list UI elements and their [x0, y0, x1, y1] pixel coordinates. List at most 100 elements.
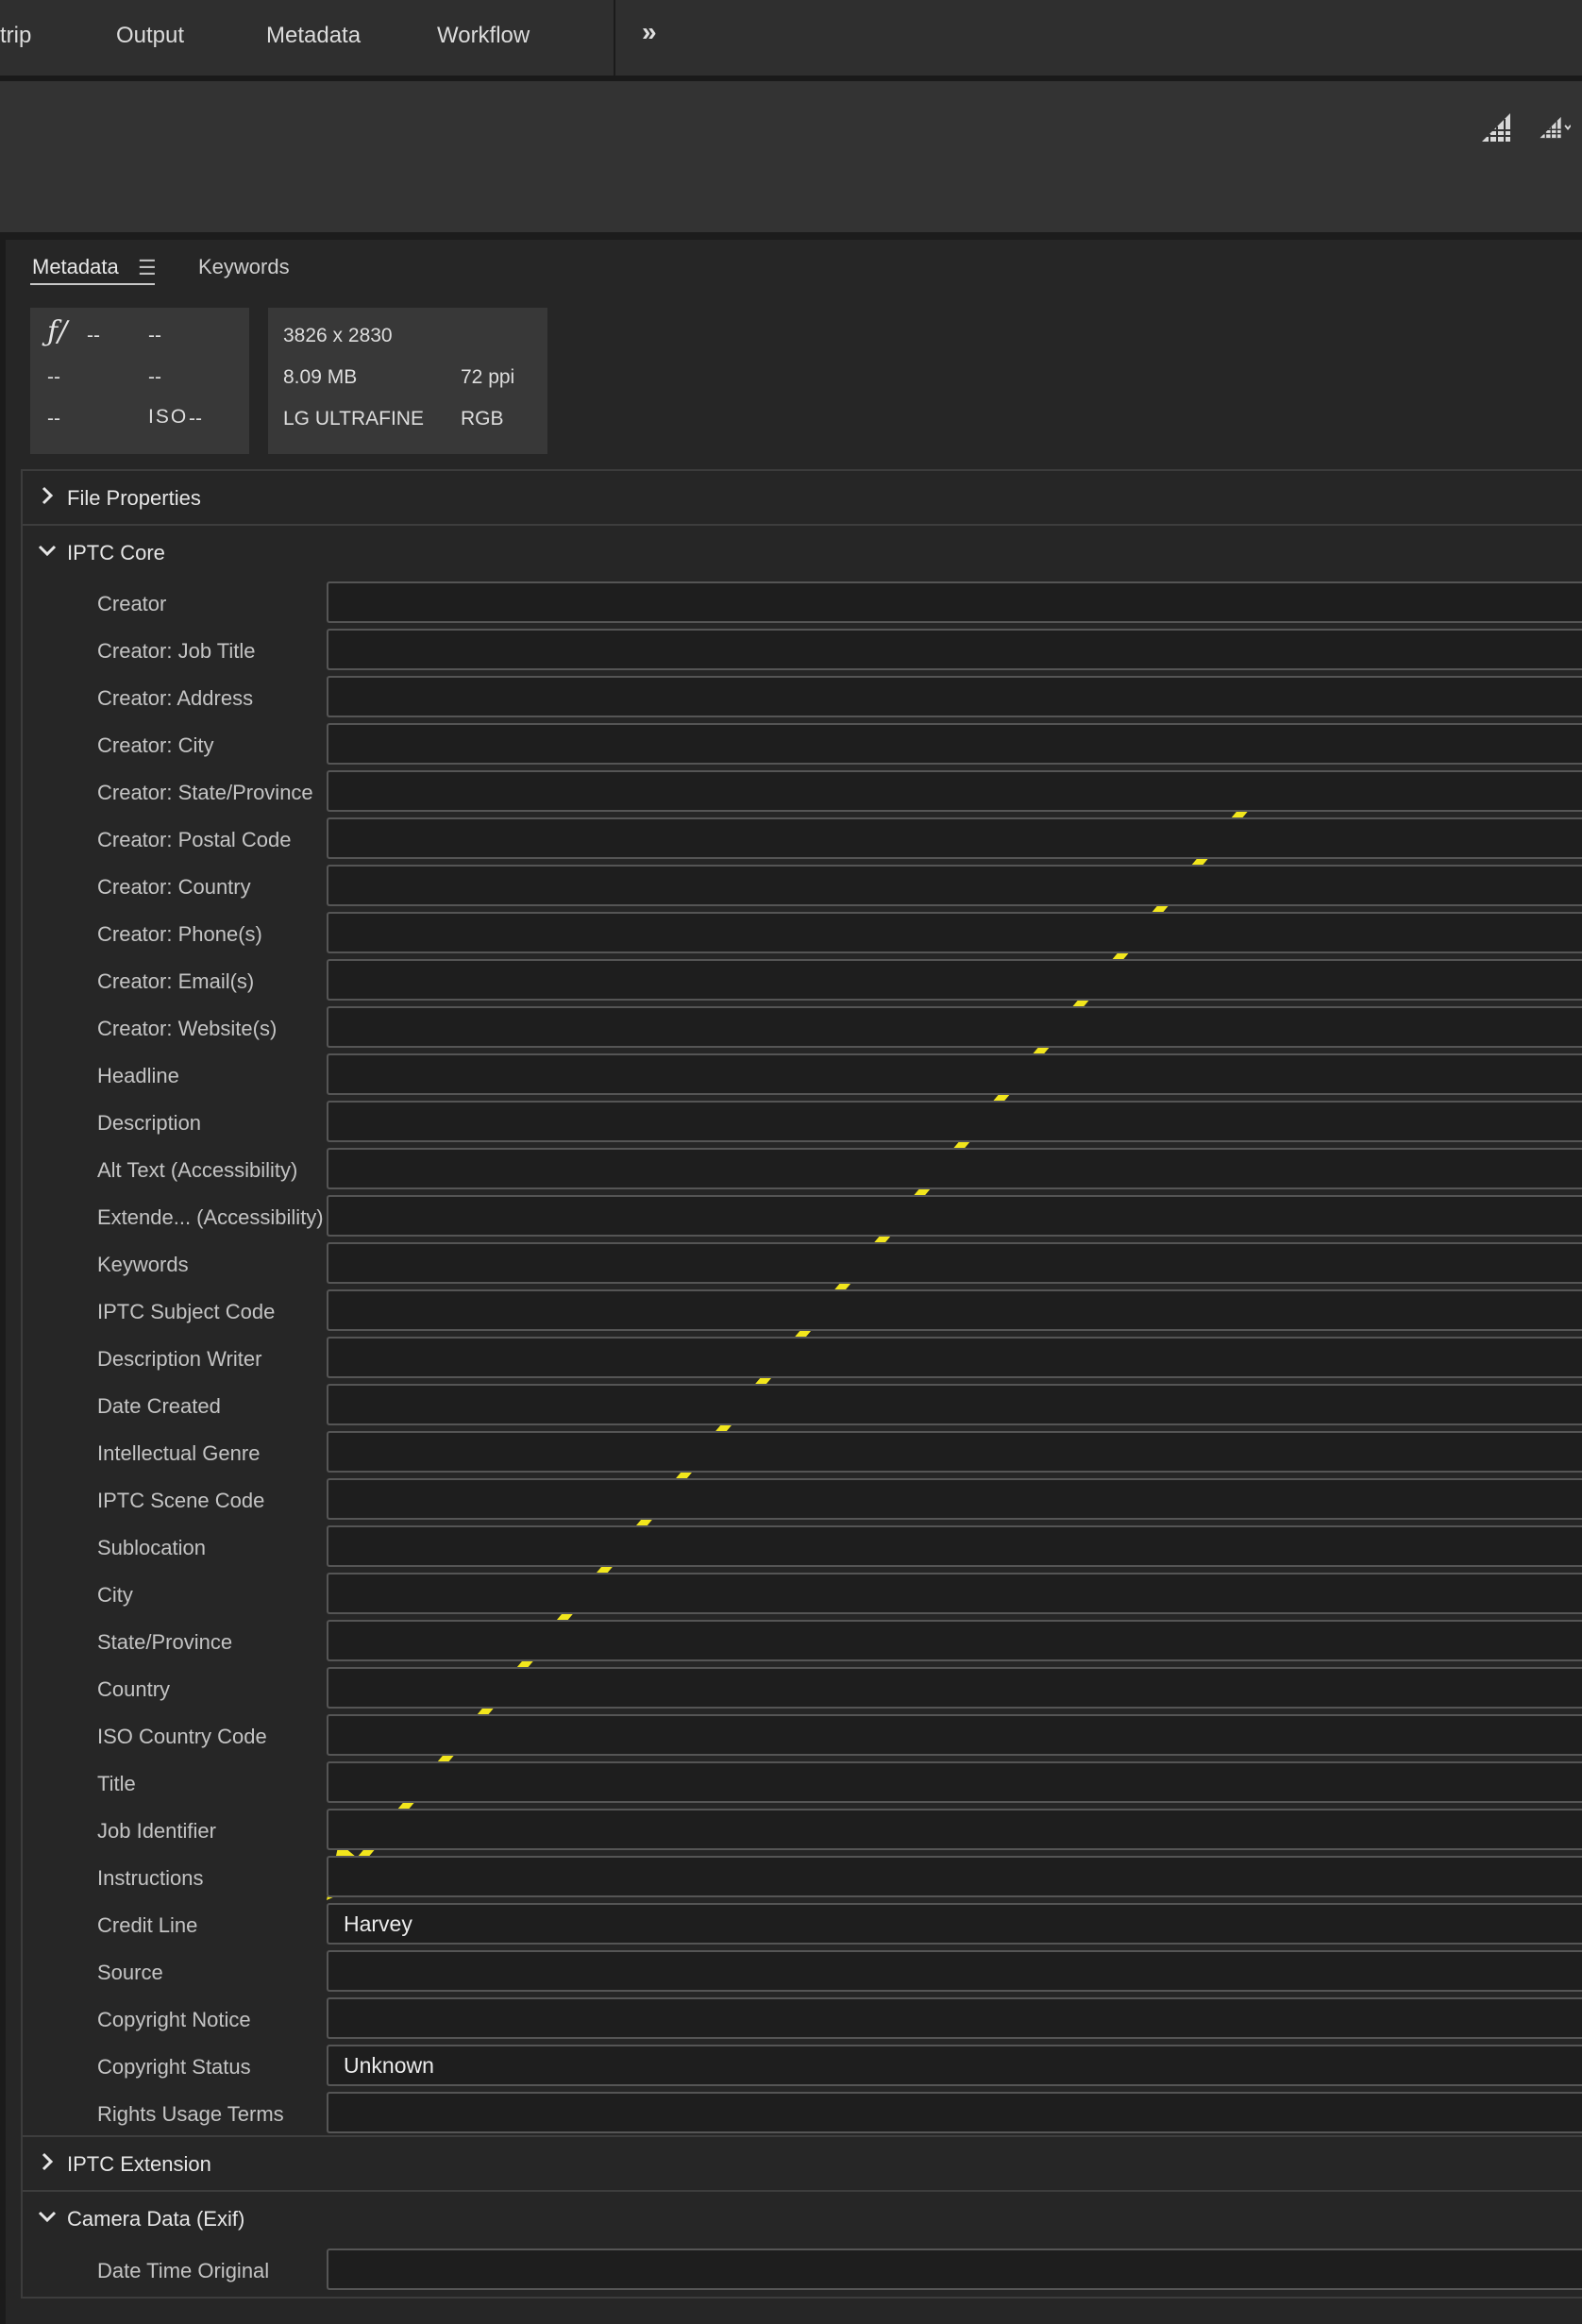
- field-row-country: Country: [23, 1665, 1582, 1712]
- field-row-date-time-original: Date Time Original: [23, 2247, 1582, 2294]
- panel-menu-icon[interactable]: ☰: [138, 256, 157, 280]
- file-size: 8.09 MB: [283, 366, 358, 388]
- section-camera-data[interactable]: Camera Data (Exif): [23, 2190, 1582, 2243]
- creator-phone-s-field[interactable]: [327, 912, 1582, 953]
- alt-text-accessibility-field[interactable]: [327, 1148, 1582, 1189]
- intellectual-genre-field[interactable]: [327, 1431, 1582, 1473]
- rights-usage-terms-field[interactable]: [327, 2092, 1582, 2133]
- field-label: Copyright Status: [97, 2055, 251, 2079]
- field-row-extende-accessibility: Extende... (Accessibility): [23, 1193, 1582, 1240]
- city-field[interactable]: [327, 1573, 1582, 1614]
- field-row-intellectual-genre: Intellectual Genre: [23, 1429, 1582, 1476]
- field-label: City: [97, 1583, 133, 1607]
- metering-value: --: [47, 408, 60, 429]
- tab-metadata[interactable]: Metadata: [32, 255, 119, 279]
- creator-state-province-field[interactable]: [327, 770, 1582, 812]
- field-label: Country: [97, 1677, 171, 1701]
- active-tab-indicator: [30, 283, 155, 285]
- instructions-field[interactable]: [327, 1856, 1582, 1897]
- iptc-subject-code-field[interactable]: [327, 1289, 1582, 1331]
- description-writer-field[interactable]: [327, 1337, 1582, 1378]
- creator-postal-code-field[interactable]: [327, 817, 1582, 859]
- more-workspaces-icon[interactable]: »: [642, 17, 657, 47]
- shutter-value: --: [148, 325, 161, 346]
- creator-job-title-field[interactable]: [327, 629, 1582, 670]
- aperture-value: --: [87, 325, 100, 346]
- field-row-credit-line: Credit Line Harvey: [23, 1901, 1582, 1948]
- field-row-job-identifier: Job Identifier: [23, 1807, 1582, 1854]
- state-province-field[interactable]: [327, 1620, 1582, 1661]
- field-row-headline: Headline: [23, 1052, 1582, 1099]
- iso-value: --: [189, 408, 202, 429]
- workspace-tab-workflow[interactable]: Workflow: [437, 23, 530, 49]
- field-label: Date Time Original: [97, 2259, 270, 2282]
- field-label: IPTC Subject Code: [97, 1300, 276, 1323]
- section-iptc-core[interactable]: IPTC Core: [23, 524, 1582, 577]
- field-label: Sublocation: [97, 1536, 206, 1559]
- creator-city-field[interactable]: [327, 723, 1582, 765]
- creator-field[interactable]: [327, 581, 1582, 623]
- field-row-creator-city: Creator: City: [23, 721, 1582, 768]
- source-field[interactable]: [327, 1950, 1582, 1992]
- section-title: File Properties: [67, 486, 201, 510]
- creator-country-field[interactable]: [327, 865, 1582, 906]
- field-row-creator-website-s: Creator: Website(s): [23, 1004, 1582, 1052]
- divider: [23, 2297, 1582, 2299]
- chevron-right-icon: [42, 2152, 54, 2171]
- field-label: Title: [97, 1772, 136, 1795]
- credit-line-field[interactable]: Harvey: [327, 1903, 1582, 1945]
- date-time-original-field[interactable]: [327, 2248, 1582, 2290]
- field-label: Alt Text (Accessibility): [97, 1158, 298, 1182]
- field-row-creator-country: Creator: Country: [23, 863, 1582, 910]
- resolution: 72 ppi: [461, 366, 515, 388]
- tab-keywords[interactable]: Keywords: [198, 255, 290, 279]
- extende-accessibility-field[interactable]: [327, 1195, 1582, 1237]
- field-row-creator-address: Creator: Address: [23, 674, 1582, 721]
- aperture-icon: ƒ/: [47, 315, 68, 348]
- field-label: Creator: Email(s): [97, 969, 255, 993]
- section-title: IPTC Core: [67, 541, 165, 564]
- iso-country-code-field[interactable]: [327, 1714, 1582, 1756]
- field-label: Creator: Country: [97, 875, 251, 899]
- field-row-creator-job-title: Creator: Job Title: [23, 627, 1582, 674]
- focal-length-value: --: [148, 366, 161, 388]
- copyright-notice-field[interactable]: [327, 1997, 1582, 2039]
- headline-field[interactable]: [327, 1053, 1582, 1095]
- workspace-divider: [614, 0, 615, 77]
- section-iptc-extension[interactable]: IPTC Extension: [23, 2135, 1582, 2188]
- field-label: Creator: [97, 592, 167, 615]
- copyright-status-field[interactable]: Unknown: [327, 2045, 1582, 2086]
- workspace-bar: trip Output Metadata Workflow »: [0, 0, 1582, 77]
- job-identifier-field[interactable]: [327, 1809, 1582, 1850]
- sublocation-field[interactable]: [327, 1525, 1582, 1567]
- field-label: IPTC Scene Code: [97, 1489, 265, 1512]
- field-label: Description Writer: [97, 1347, 262, 1371]
- thumbnail-quality-icon[interactable]: [1480, 111, 1512, 143]
- chevron-down-icon: [38, 2211, 57, 2223]
- field-label: Creator: Job Title: [97, 639, 256, 663]
- keywords-field[interactable]: [327, 1242, 1582, 1284]
- field-label: Creator: State/Province: [97, 781, 313, 804]
- country-field[interactable]: [327, 1667, 1582, 1709]
- field-row-iptc-scene-code: IPTC Scene Code: [23, 1476, 1582, 1524]
- date-created-field[interactable]: [327, 1384, 1582, 1425]
- creator-address-field[interactable]: [327, 676, 1582, 717]
- workspace-tab-filmstrip[interactable]: trip: [0, 23, 31, 49]
- field-label: Keywords: [97, 1253, 189, 1276]
- preview-quality-icon[interactable]: [1539, 111, 1571, 143]
- field-row-sublocation: Sublocation: [23, 1524, 1582, 1571]
- field-row-copyright-notice: Copyright Notice: [23, 1996, 1582, 2043]
- workspace-tab-metadata[interactable]: Metadata: [266, 23, 361, 49]
- workspace-tab-output[interactable]: Output: [116, 23, 184, 49]
- color-profile: LG ULTRAFINE: [283, 408, 424, 429]
- field-row-creator-email-s: Creator: Email(s): [23, 957, 1582, 1004]
- title-field[interactable]: [327, 1761, 1582, 1803]
- creator-email-s-field[interactable]: [327, 959, 1582, 1001]
- field-row-city: City: [23, 1571, 1582, 1618]
- field-row-state-province: State/Province: [23, 1618, 1582, 1665]
- iptc-scene-code-field[interactable]: [327, 1478, 1582, 1520]
- field-row-source: Source: [23, 1948, 1582, 1996]
- description-field[interactable]: [327, 1101, 1582, 1142]
- creator-website-s-field[interactable]: [327, 1006, 1582, 1048]
- section-file-properties[interactable]: File Properties: [23, 471, 1582, 524]
